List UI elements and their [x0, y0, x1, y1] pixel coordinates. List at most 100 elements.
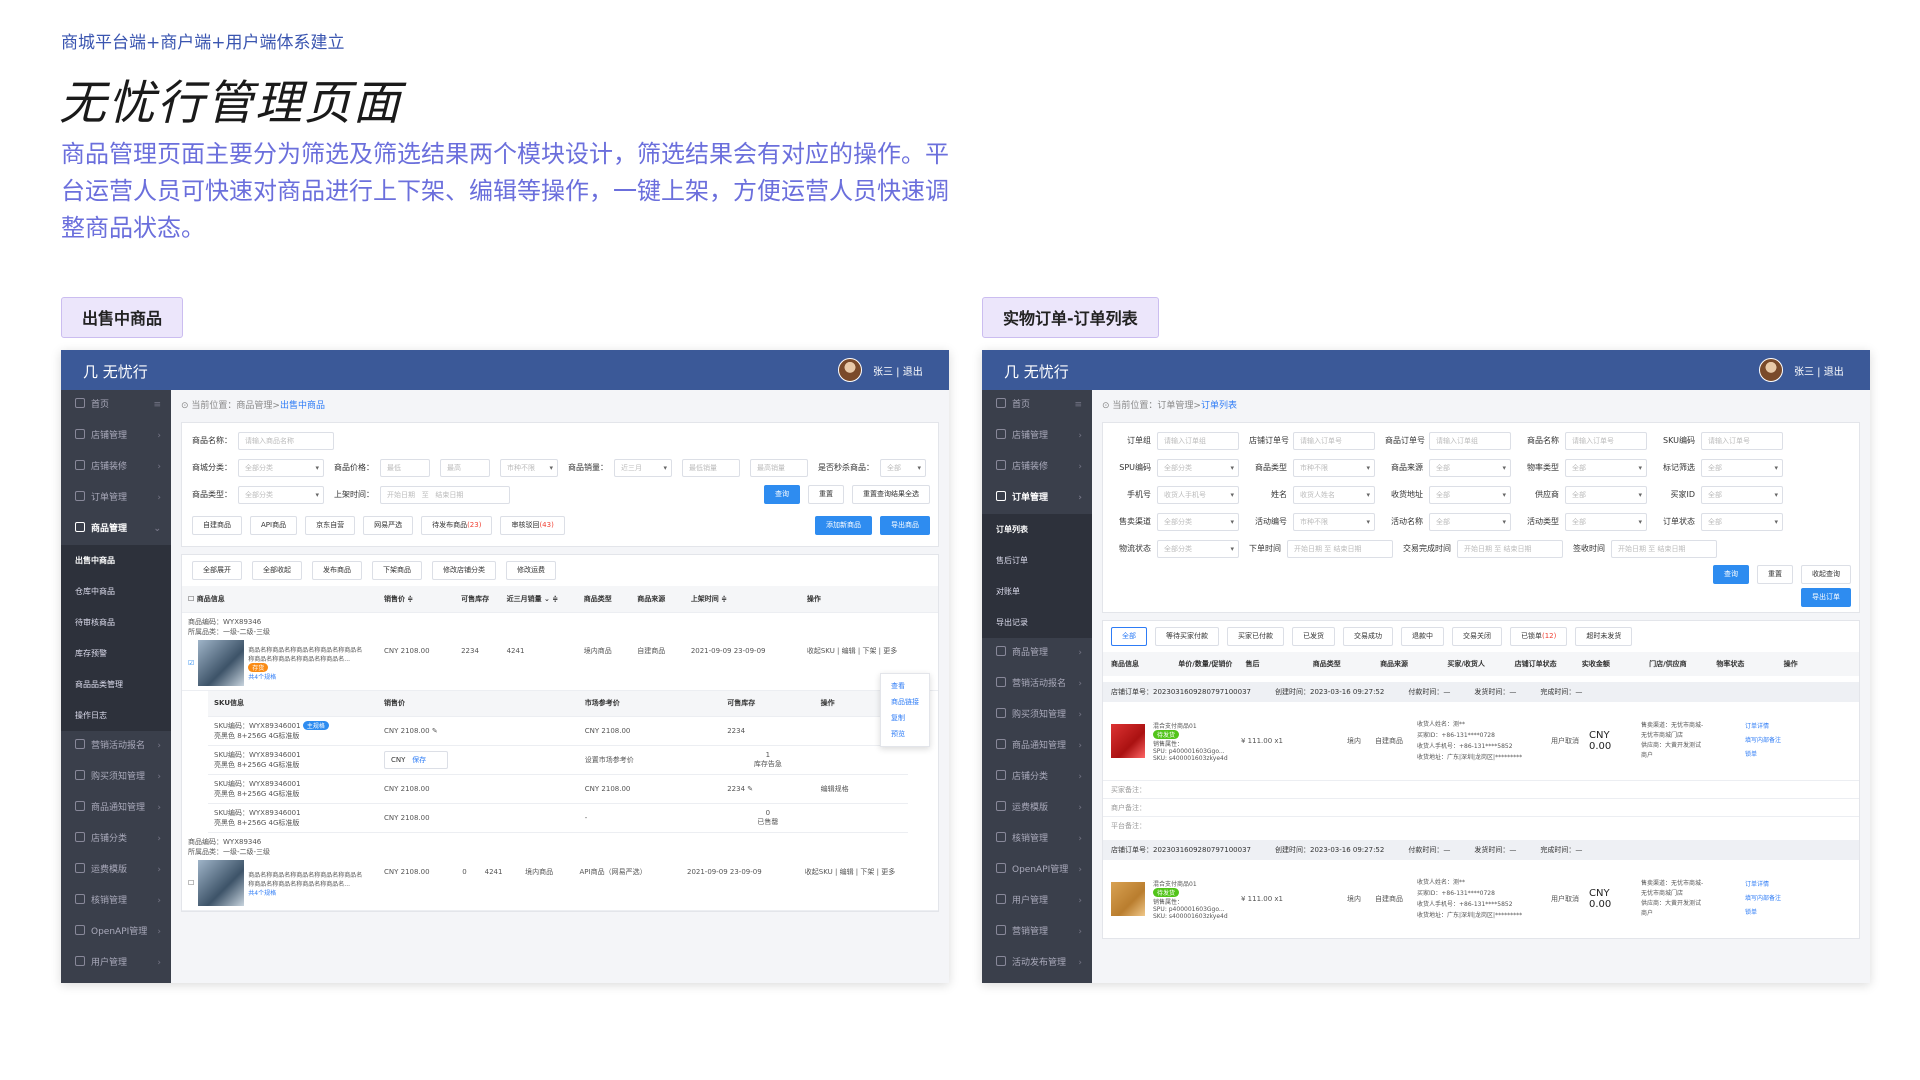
filter-input[interactable]: 请输入订单组 [1157, 431, 1239, 450]
avatar[interactable] [838, 358, 862, 382]
sidebar-item-activity[interactable]: 活动发布管理 › [982, 948, 1092, 979]
sub-item-after-sale[interactable]: 售后订单 [982, 545, 1092, 576]
seckill-select[interactable]: 全部 [880, 458, 926, 477]
sub-item-log[interactable]: 操作日志 [61, 700, 171, 731]
status-tab[interactable]: 已锁单(12) [1510, 627, 1568, 646]
edit-category-button[interactable]: 修改店铺分类 [432, 561, 496, 580]
status-tab[interactable]: 交易成功 [1343, 627, 1393, 646]
date-range-input[interactable]: 开始日期 至 结束日期 [1457, 539, 1563, 558]
sub-item-warehouse[interactable]: 仓库中商品 [61, 576, 171, 607]
menu-item-preview[interactable]: 预览 [891, 726, 919, 742]
source-tab[interactable]: 京东自营 [305, 515, 356, 535]
date-range-input[interactable]: 开始日期 至 结束日期 [1287, 539, 1393, 558]
status-tab[interactable]: 全部 [1111, 627, 1147, 646]
spec-count-link[interactable]: 共4个规格 [248, 672, 366, 681]
sub-item-stock-warning[interactable]: 库存预警 [61, 638, 171, 669]
sku-stock-cell[interactable]: 2234 ✎ [721, 774, 815, 804]
avatar[interactable] [1759, 358, 1783, 382]
sidebar-item-openapi[interactable]: OpenAPI管理 › [982, 855, 1092, 886]
filter-input[interactable]: 请输入订单号 [1565, 431, 1647, 450]
pending-tab[interactable]: 待发布商品(23) [421, 515, 493, 535]
max-sales-input[interactable]: 最高销量 [750, 458, 808, 477]
expand-all-button[interactable]: 全部展开 [192, 561, 242, 580]
menu-fold-icon[interactable]: ≡ [1074, 390, 1082, 421]
sidebar-item-verify[interactable]: 核销管理 › [982, 824, 1092, 855]
menu-item-link[interactable]: 商品链接 [891, 694, 919, 710]
sub-item-order-list[interactable]: 订单列表 [982, 514, 1092, 545]
export-orders-button[interactable]: 导出订单 [1801, 587, 1851, 607]
set-ref-price-link[interactable]: 设置市场参考价 [578, 745, 722, 775]
filter-input[interactable]: 全部分类 [1157, 539, 1239, 558]
sidebar-item-users[interactable]: 用户管理 › [982, 886, 1092, 917]
reset-button[interactable]: 重置 [808, 485, 844, 504]
reject-tab[interactable]: 审核驳回(43) [500, 515, 565, 535]
edit-spec-link[interactable]: 编辑规格 [814, 774, 908, 804]
filter-input[interactable]: 请输入订单号 [1293, 431, 1375, 450]
status-tab[interactable]: 已发货 [1292, 627, 1335, 646]
date-range-input[interactable]: 开始日期 至 结束日期 [380, 485, 510, 504]
user-menu[interactable]: 张三 | 退出 [873, 363, 923, 378]
filter-input[interactable]: 市种不限 [1293, 512, 1375, 531]
filter-input[interactable]: 全部 [1565, 485, 1647, 504]
col-header[interactable]: 销售价 ≑ [378, 586, 456, 613]
menu-item-view[interactable]: 查看 [891, 678, 919, 694]
filter-input[interactable]: 收货人手机号 [1157, 485, 1239, 504]
breadcrumb-current[interactable]: 订单列表 [1201, 401, 1237, 411]
currency-select[interactable]: 市种不限 [500, 458, 558, 477]
query-button[interactable]: 查询 [1713, 564, 1749, 584]
status-tab[interactable]: 等待买家付款 [1155, 627, 1219, 646]
filter-input[interactable]: 请输入订单号 [1701, 431, 1783, 450]
category-select[interactable]: 全部分类 [238, 458, 324, 477]
save-button[interactable]: 保存 [412, 756, 426, 764]
filter-input[interactable]: 市种不限 [1293, 458, 1375, 477]
checkbox-checked-icon[interactable]: ☑ [188, 659, 194, 667]
sidebar-item-store-cat[interactable]: 店铺分类 › [61, 824, 171, 855]
sub-item-statement[interactable]: 对账单 [982, 576, 1092, 607]
sub-item-export-log[interactable]: 导出记录 [982, 607, 1092, 638]
lock-order-link[interactable]: 锁单 [1745, 906, 1781, 920]
filter-input[interactable]: 全部 [1701, 512, 1783, 531]
source-tab[interactable]: 网易严选 [363, 515, 414, 535]
checkbox-icon[interactable]: ☐ [188, 879, 194, 887]
sidebar-item-decor[interactable]: 店铺装修 › [982, 452, 1092, 483]
sidebar-item-notify[interactable]: 商品通知管理 › [61, 793, 171, 824]
lock-order-link[interactable]: 锁单 [1745, 748, 1781, 762]
menu-fold-icon[interactable]: ≡ [153, 390, 161, 421]
filter-input[interactable]: 全部 [1429, 512, 1511, 531]
sku-price[interactable]: CNY 2108.00 ✎ [378, 716, 579, 746]
publish-button[interactable]: 发布商品 [312, 561, 362, 580]
collapse-query-button[interactable]: 收起查询 [1801, 564, 1851, 584]
sidebar-item-home[interactable]: 首页 ≡ [982, 390, 1092, 421]
sidebar-item-promo[interactable]: 营销管理 › [982, 917, 1092, 948]
filter-input[interactable]: 全部 [1701, 485, 1783, 504]
product-name[interactable]: 混合支付商品01 [1153, 879, 1233, 888]
status-tab[interactable]: 退款中 [1401, 627, 1444, 646]
max-price-input[interactable]: 最高 [440, 458, 490, 477]
filter-input[interactable]: 全部 [1565, 458, 1647, 477]
sub-item-pending[interactable]: 待审核商品 [61, 607, 171, 638]
type-select[interactable]: 全部分类 [238, 485, 324, 504]
sidebar-item-notify[interactable]: 商品通知管理 › [982, 731, 1092, 762]
order-detail-link[interactable]: 订单详情 [1745, 878, 1781, 892]
sidebar-item-notice[interactable]: 购买须知管理 › [982, 700, 1092, 731]
product-name[interactable]: 混合支付商品01 [1153, 721, 1233, 730]
sidebar-item-marketing[interactable]: 营销活动报名 › [61, 731, 171, 762]
sidebar-item-store[interactable]: 店铺管理 › [982, 421, 1092, 452]
sidebar-item-store[interactable]: 店铺管理 › [61, 421, 171, 452]
filter-input[interactable]: 全部 [1565, 512, 1647, 531]
edit-pencil-icon[interactable]: ✎ [747, 785, 753, 793]
sidebar-item-openapi[interactable]: OpenAPI管理 › [61, 917, 171, 948]
spec-count-link[interactable]: 共4个规格 [248, 888, 366, 897]
edit-freight-button[interactable]: 修改运费 [506, 561, 556, 580]
sidebar-item-decor[interactable]: 店铺装修 › [61, 452, 171, 483]
edit-pencil-icon[interactable]: ✎ [432, 727, 438, 735]
filter-input[interactable]: 全部 [1429, 458, 1511, 477]
price-edit-input[interactable]: CNY 保存 [384, 751, 448, 769]
sidebar-item-orders[interactable]: 订单管理 › [61, 483, 171, 514]
filter-input[interactable]: 全部分类 [1157, 458, 1239, 477]
sidebar-item-verify[interactable]: 核销管理 › [61, 886, 171, 917]
status-tab[interactable]: 买家已付款 [1227, 627, 1284, 646]
internal-note-link[interactable]: 填写内部备注 [1745, 892, 1781, 906]
filter-input[interactable]: 全部分类 [1157, 512, 1239, 531]
sidebar-item-store-cat[interactable]: 店铺分类 › [982, 762, 1092, 793]
